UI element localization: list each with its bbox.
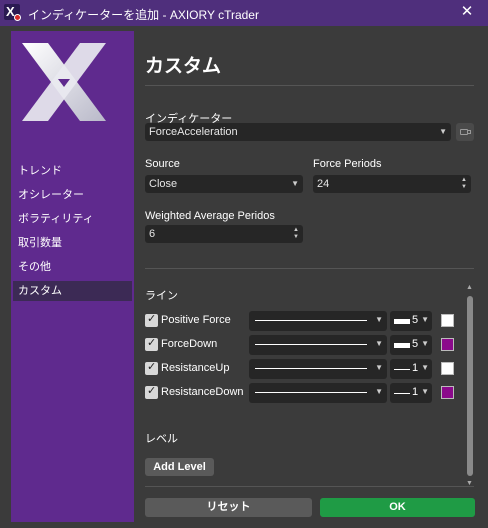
lines-section-title: ライン <box>145 290 178 302</box>
sidebar-item-custom[interactable]: カスタム <box>13 281 132 301</box>
scrollbar[interactable]: ▲ ▼ <box>466 284 474 491</box>
line-style-select[interactable]: ▼ <box>249 335 387 355</box>
indicator-value: ForceAcceleration <box>149 126 238 138</box>
sidebar-item-other[interactable]: その他 <box>13 257 132 277</box>
chevron-down-icon: ▼ <box>291 179 299 188</box>
line-name: ResistanceUp <box>161 362 230 374</box>
levels-section-title: レベル <box>145 433 178 445</box>
page-title: カスタム <box>145 56 222 77</box>
line-checkbox[interactable]: ✓ <box>145 385 158 399</box>
divider <box>145 268 474 269</box>
line-name: ResistanceDown <box>161 386 244 398</box>
stepper-arrows-icon[interactable]: ▲ ▼ <box>461 177 467 191</box>
scrollbar-thumb[interactable] <box>467 296 473 476</box>
chevron-down-icon: ▼ <box>439 127 447 136</box>
indicator-select[interactable]: ForceAcceleration ▼ <box>145 123 451 141</box>
line-checkbox[interactable]: ✓ <box>145 337 158 351</box>
line-style-select[interactable]: ▼ <box>249 383 387 403</box>
weighted-average-label: Weighted Average Peridos <box>145 210 275 222</box>
force-periods-label: Force Periods <box>313 158 382 170</box>
line-checkbox[interactable]: ✓ <box>145 313 158 327</box>
source-value: Close <box>149 178 178 190</box>
source-label: Source <box>145 158 180 170</box>
reset-button[interactable]: リセット <box>145 498 312 517</box>
line-row-resistance-down: ✓ ResistanceDown ▼ 1 ▼ <box>145 383 465 403</box>
line-color-swatch[interactable] <box>441 362 454 375</box>
line-name: Positive Force <box>161 314 231 326</box>
scroll-down-icon[interactable]: ▼ <box>466 480 473 487</box>
sidebar: トレンド オシレーター ボラティリティ 取引数量 その他 カスタム <box>11 31 134 522</box>
line-style-select[interactable]: ▼ <box>249 311 387 331</box>
close-button[interactable]: ✕ <box>458 3 476 21</box>
camera-icon[interactable] <box>456 123 474 141</box>
line-style-select[interactable]: ▼ <box>249 359 387 379</box>
divider <box>145 85 474 86</box>
force-periods-value: 24 <box>317 178 330 190</box>
window-title: インディケーターを追加 - AXIORY cTrader <box>28 8 259 22</box>
divider <box>145 486 474 487</box>
add-level-button[interactable]: Add Level <box>145 458 214 476</box>
line-color-swatch[interactable] <box>441 314 454 327</box>
line-color-swatch[interactable] <box>441 338 454 351</box>
weighted-average-stepper[interactable]: 6 ▲ ▼ <box>145 225 303 243</box>
app-icon: X <box>4 4 21 21</box>
line-name: ForceDown <box>161 338 218 350</box>
line-width-select[interactable]: 5 ▼ <box>390 311 432 331</box>
main-panel: カスタム インディケーター ForceAcceleration ▼ Source… <box>134 31 480 522</box>
scroll-up-icon[interactable]: ▲ <box>466 284 473 291</box>
sidebar-item-oscillator[interactable]: オシレーター <box>13 185 132 205</box>
axiory-logo <box>22 43 106 121</box>
title-bar: X インディケーターを追加 - AXIORY cTrader ✕ <box>0 0 488 26</box>
line-row-resistance-up: ✓ ResistanceUp ▼ 1 ▼ <box>145 359 465 379</box>
line-width-select[interactable]: 1 ▼ <box>390 383 432 403</box>
weighted-average-value: 6 <box>149 228 156 240</box>
line-checkbox[interactable]: ✓ <box>145 361 158 375</box>
sidebar-item-trend[interactable]: トレンド <box>13 161 132 181</box>
stepper-arrows-icon[interactable]: ▲ ▼ <box>293 227 299 241</box>
line-color-swatch[interactable] <box>441 386 454 399</box>
sidebar-item-volatility[interactable]: ボラティリティ <box>13 209 132 229</box>
line-width-select[interactable]: 5 ▼ <box>390 335 432 355</box>
line-row-positive-force: ✓ Positive Force ▼ 5 ▼ <box>145 311 465 331</box>
line-row-force-down: ✓ ForceDown ▼ 5 ▼ <box>145 335 465 355</box>
source-select[interactable]: Close ▼ <box>145 175 303 193</box>
sidebar-item-volume[interactable]: 取引数量 <box>13 233 132 253</box>
force-periods-stepper[interactable]: 24 ▲ ▼ <box>313 175 471 193</box>
ok-button[interactable]: OK <box>320 498 475 517</box>
line-width-select[interactable]: 1 ▼ <box>390 359 432 379</box>
